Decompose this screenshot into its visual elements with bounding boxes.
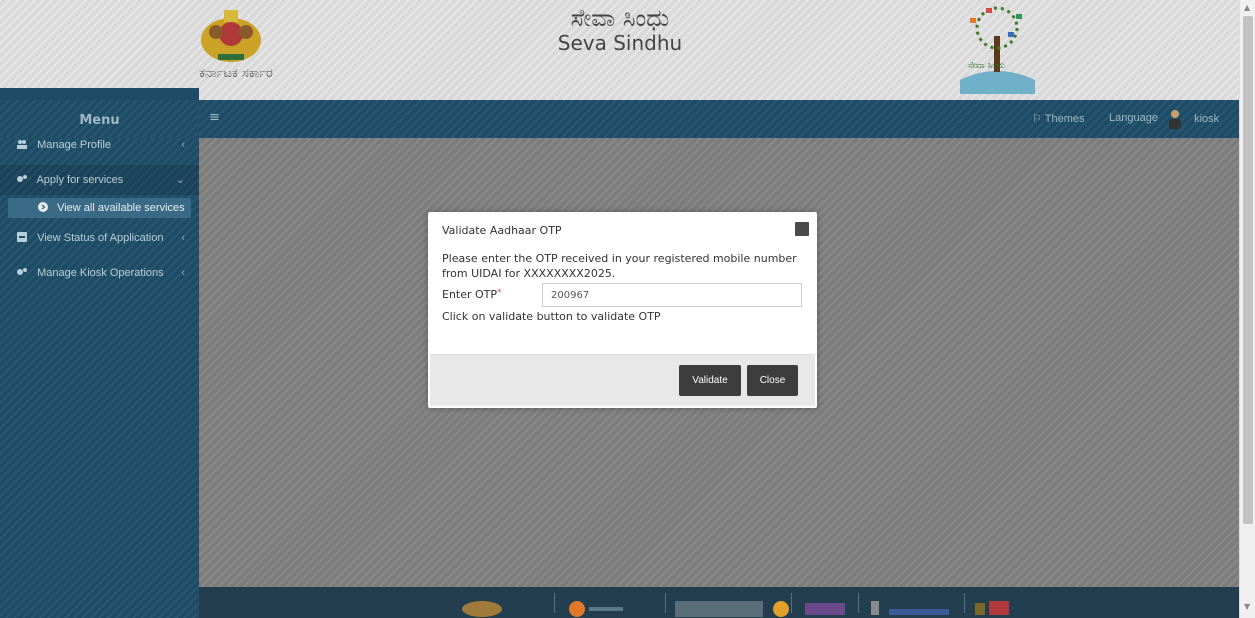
- language-link[interactable]: Language: [1109, 112, 1158, 124]
- sidebar-item-manage-kiosk[interactable]: Manage Kiosk Operations ‹: [0, 258, 199, 288]
- sidebar-item-manage-profile[interactable]: Manage Profile ‹: [0, 130, 199, 160]
- scroll-up-arrow-icon[interactable]: ▲: [1244, 3, 1250, 12]
- site-title: ಸೇವಾ ಸಿಂಧು Seva Sindhu: [520, 4, 720, 54]
- sidebar-item-label: View Status of Application: [37, 232, 164, 244]
- emblem-logo-icon: [462, 601, 502, 617]
- footer-divider: [858, 593, 859, 613]
- themes-link[interactable]: ⚐ Themes: [1032, 112, 1084, 125]
- tablet-icon: [17, 232, 27, 242]
- sidebar-item-label: Manage Profile: [37, 139, 112, 151]
- footer-divider: [554, 593, 555, 613]
- title-kannada: ಸೇವಾ ಸಿಂಧು: [570, 4, 670, 32]
- sidebar-item-label: Apply for services: [36, 174, 124, 186]
- footer-divider: [665, 593, 666, 613]
- title-english: Seva Sindhu: [557, 31, 683, 55]
- ministry-logo-icon: [871, 601, 949, 615]
- sidebar-item-label: Manage Kiosk Operations: [37, 267, 164, 279]
- scroll-thumb[interactable]: [1243, 16, 1253, 524]
- state-name: ಕರ್ನಾಟಕ ಸರ್ಕಾರ: [199, 66, 273, 81]
- chevron-left-icon: ‹: [181, 232, 185, 244]
- sidebar-item-view-all-services[interactable]: View all available services: [8, 198, 191, 218]
- india-gov-logo-icon: [805, 603, 845, 615]
- gears-icon: [17, 175, 27, 182]
- user-avatar-icon: [1169, 110, 1181, 130]
- user-name: kiosk: [1194, 113, 1220, 125]
- close-button[interactable]: Close: [747, 365, 798, 396]
- page-scrollbar[interactable]: ▲ ▼: [1239, 0, 1255, 618]
- modal-hint: Click on validate button to validate OTP: [442, 310, 661, 323]
- themes-label: Themes: [1044, 113, 1085, 125]
- modal-footer: Validate Close: [430, 354, 815, 406]
- logo-text: ಸೇವಾ ಸಿಂಧು: [968, 61, 1005, 71]
- footer-divider: [964, 593, 965, 613]
- partner-logo-icon: [975, 601, 1009, 615]
- flag-icon: ⚐: [1032, 113, 1042, 125]
- footer-divider: [791, 593, 792, 613]
- digital-india-logo-icon: [569, 601, 623, 617]
- validate-otp-modal: Validate Aadhaar OTP Please enter the OT…: [428, 212, 817, 408]
- chevron-left-icon: ‹: [181, 267, 185, 279]
- chevron-left-icon: ‹: [181, 139, 185, 151]
- sidebar-item-label: View all available services: [57, 202, 185, 214]
- scroll-down-arrow-icon[interactable]: ▼: [1244, 602, 1250, 611]
- footer: [199, 587, 1239, 618]
- arrow-circle-icon: [38, 202, 48, 212]
- otp-label-text: Enter OTP: [442, 288, 498, 301]
- hamburger-icon[interactable]: ≡: [209, 111, 221, 124]
- otp-label: Enter OTP*: [442, 288, 502, 301]
- required-marker: *: [497, 288, 502, 298]
- sidebar-top-strip: [0, 88, 199, 100]
- gears-icon: [17, 268, 27, 275]
- page-header: ಕರ್ನಾಟಕ ಸರ್ಕಾರ ಸೇವಾ ಸಿಂಧು Seva Sindhu ಸೇ…: [0, 0, 1239, 100]
- karnataka-emblem-icon: [201, 10, 261, 62]
- otp-input[interactable]: [542, 283, 802, 307]
- seva-sindhu-logo-icon: ಸೇವಾ ಸಿಂಧು: [960, 6, 1035, 94]
- modal-title: Validate Aadhaar OTP: [442, 224, 562, 237]
- modal-close-icon[interactable]: [795, 222, 809, 236]
- data-gov-logo-icon: [675, 601, 789, 617]
- sidebar-item-apply-for-services[interactable]: Apply for services ⌄: [0, 165, 199, 195]
- chevron-down-icon: ⌄: [175, 174, 185, 186]
- modal-message: Please enter the OTP received in your re…: [442, 252, 797, 280]
- users-icon: [17, 140, 27, 149]
- sidebar-item-view-status[interactable]: View Status of Application ‹: [0, 223, 199, 253]
- user-menu[interactable]: kiosk: [1167, 106, 1219, 132]
- top-navbar: ≡ ⚐ Themes Language kiosk: [199, 100, 1239, 138]
- validate-button[interactable]: Validate: [679, 365, 741, 396]
